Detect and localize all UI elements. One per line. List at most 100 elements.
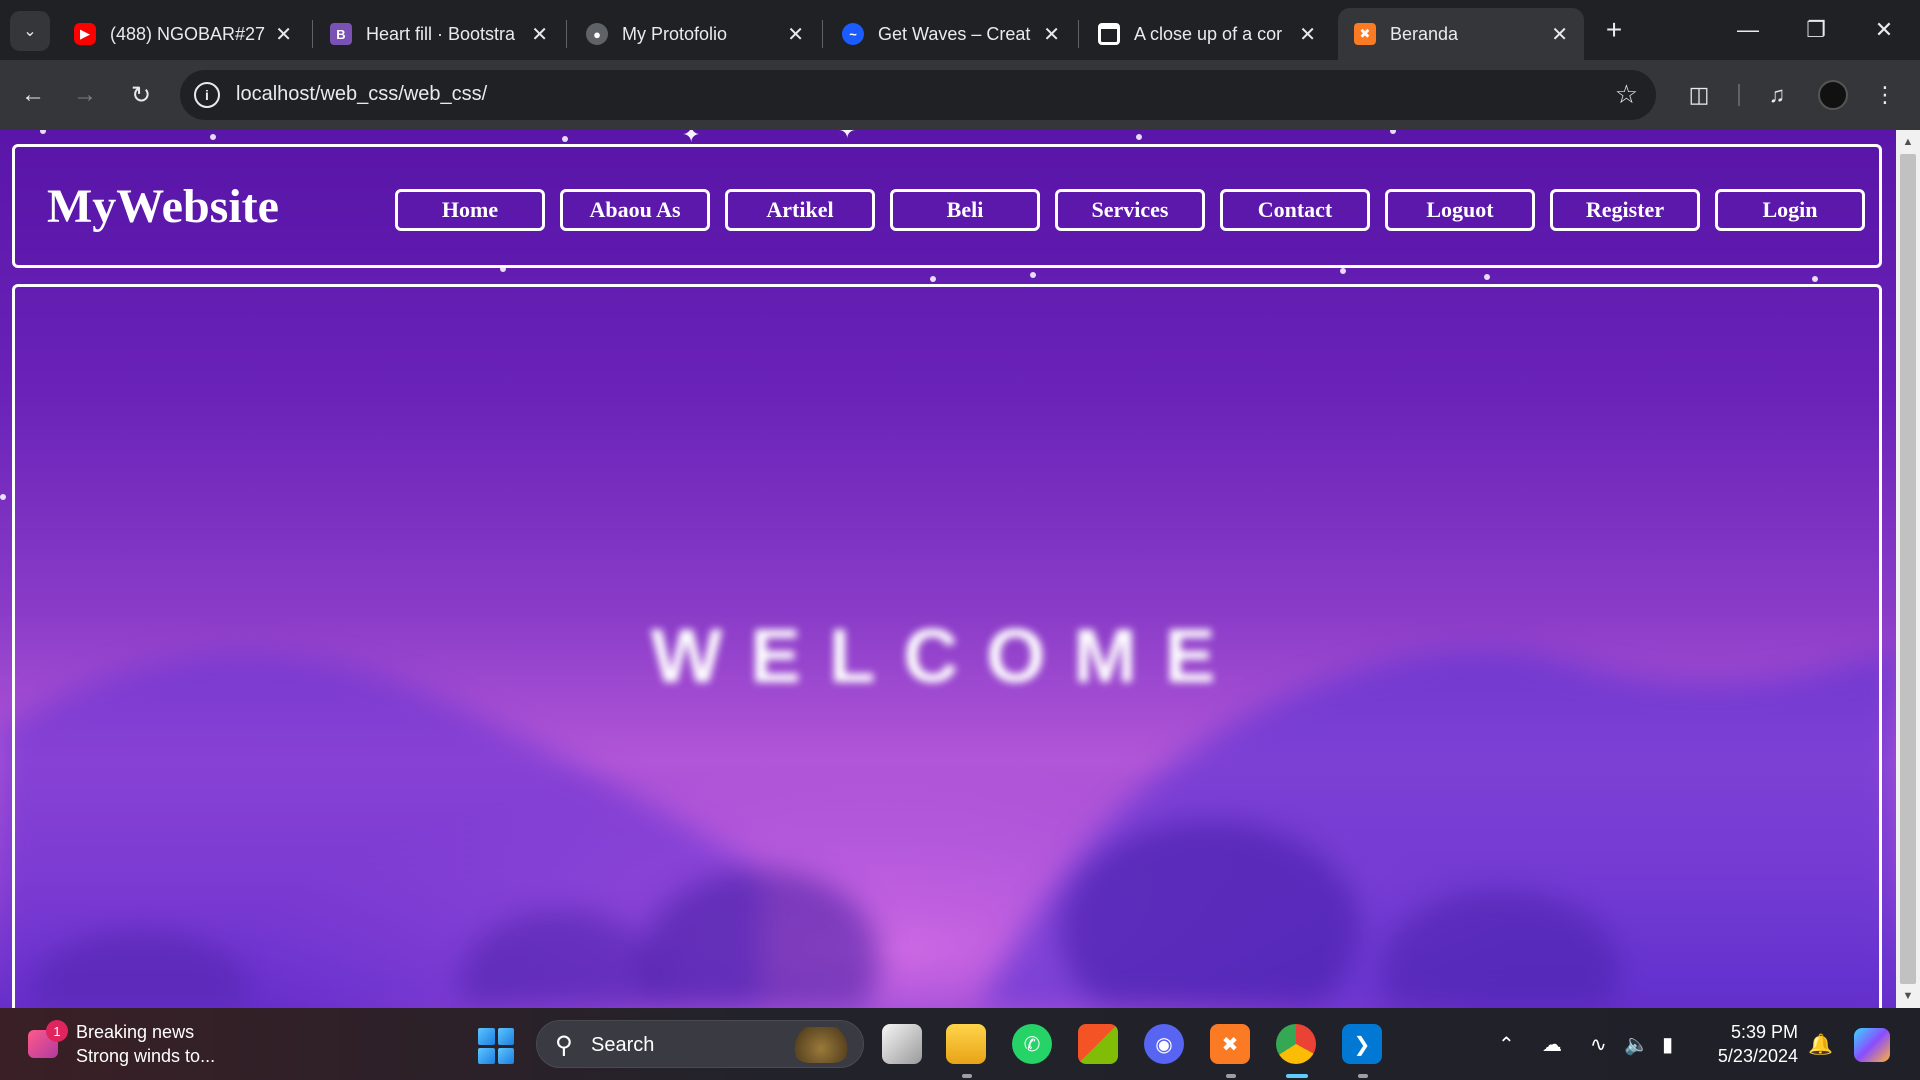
media-controls-button[interactable]: ♫ xyxy=(1760,78,1794,112)
arrow-right-icon: → xyxy=(73,81,97,108)
nav-link-beli[interactable]: Beli xyxy=(890,189,1040,231)
bootstrap-icon: B xyxy=(330,23,352,45)
app-indicator xyxy=(962,1074,972,1078)
close-icon[interactable]: ✕ xyxy=(275,22,292,47)
tab-separator xyxy=(822,20,823,48)
star-dot xyxy=(1136,134,1142,140)
back-button[interactable]: ← xyxy=(14,76,52,114)
tab-unsplash[interactable]: A close up of a cor ✕ xyxy=(1082,8,1332,60)
chevron-down-icon: ⌄ xyxy=(23,23,37,40)
plus-icon: + xyxy=(1605,14,1623,45)
browser-toolbar: ← → ↻ i localhost/web_css/web_css/ ☆ ◫ ♫… xyxy=(0,60,1920,130)
tab-getwaves[interactable]: ~ Get Waves – Creat ✕ xyxy=(826,8,1076,60)
news-title[interactable]: Breaking news xyxy=(76,1022,194,1043)
info-icon[interactable]: i xyxy=(194,82,220,108)
page-scrollbar[interactable]: ▲ ▼ xyxy=(1896,130,1920,1008)
volume-icon[interactable]: 🔈 xyxy=(1624,1032,1649,1057)
app-indicator-active xyxy=(1286,1074,1308,1078)
close-icon[interactable]: ✕ xyxy=(1043,22,1060,47)
nav-link-contact[interactable]: Contact xyxy=(1220,189,1370,231)
clock-time[interactable]: 5:39 PM xyxy=(1714,1022,1798,1043)
nav-link-logout[interactable]: Loguot xyxy=(1385,189,1535,231)
tab-separator xyxy=(1078,20,1079,48)
windows-start-icon[interactable] xyxy=(478,1028,514,1064)
tab-youtube[interactable]: ▶ (488) NGOBAR#27 ✕ xyxy=(58,8,308,60)
restore-icon: ❐ xyxy=(1806,17,1826,42)
tab-title: Heart fill · Bootstra xyxy=(366,23,516,44)
chrome-menu-button[interactable]: ⋮ xyxy=(1868,78,1902,112)
site-logo[interactable]: MyWebsite xyxy=(47,179,279,234)
tab-title: My Protofolio xyxy=(622,23,728,44)
news-badge: 1 xyxy=(46,1020,68,1042)
url-text[interactable]: localhost/web_css/web_css/ xyxy=(236,83,487,106)
tab-beranda[interactable]: ✖ Beranda ✕ xyxy=(1338,8,1584,60)
discord-icon[interactable]: ◉ xyxy=(1144,1024,1184,1064)
close-icon: ✕ xyxy=(1874,17,1894,42)
nav-link-register[interactable]: Register xyxy=(1550,189,1700,231)
xampp-taskbar-icon[interactable]: ✖ xyxy=(1210,1024,1250,1064)
address-bar[interactable]: i localhost/web_css/web_css/ ☆ xyxy=(180,70,1656,120)
wifi-icon[interactable]: ∿ xyxy=(1590,1032,1607,1057)
chevron-up-icon[interactable]: ⌃ xyxy=(1498,1032,1515,1057)
puzzle-icon: ◫ xyxy=(1688,82,1710,107)
extensions-button[interactable]: ◫ xyxy=(1682,78,1716,112)
tab-search-button[interactable]: ⌄ xyxy=(10,11,50,51)
taskbar-search[interactable]: ⚲ Search xyxy=(536,1020,864,1068)
reload-icon: ↻ xyxy=(130,81,152,109)
bookmark-star-icon[interactable]: ☆ xyxy=(1615,79,1638,110)
search-label: Search xyxy=(591,1034,655,1056)
scroll-down-arrow-icon[interactable]: ▼ xyxy=(1900,988,1916,1004)
file-explorer-icon[interactable] xyxy=(946,1024,986,1064)
scroll-up-arrow-icon[interactable]: ▲ xyxy=(1900,134,1916,150)
reload-button[interactable]: ↻ xyxy=(122,76,160,114)
nav-link-services[interactable]: Services xyxy=(1055,189,1205,231)
task-view-icon[interactable] xyxy=(882,1024,922,1064)
microsoft-store-icon[interactable] xyxy=(1078,1024,1118,1064)
app-indicator xyxy=(1358,1074,1368,1078)
star-dot xyxy=(1484,274,1490,280)
youtube-icon: ▶ xyxy=(74,23,96,45)
nav-link-about[interactable]: Abaou As xyxy=(560,189,710,231)
more-vert-icon: ⋮ xyxy=(1874,82,1896,107)
tab-bootstrap[interactable]: B Heart fill · Bootstra ✕ xyxy=(314,8,564,60)
onedrive-cloud-icon[interactable]: ☁ xyxy=(1542,1032,1562,1057)
scrollbar-thumb[interactable] xyxy=(1900,154,1916,984)
tab-separator xyxy=(566,20,567,48)
forward-button[interactable]: → xyxy=(66,76,104,114)
search-icon: ⚲ xyxy=(555,1032,573,1059)
close-icon[interactable]: ✕ xyxy=(531,22,548,47)
nav-link-home[interactable]: Home xyxy=(395,189,545,231)
close-window-button[interactable]: ✕ xyxy=(1856,8,1912,52)
tab-portfolio[interactable]: ● My Protofolio ✕ xyxy=(570,8,820,60)
minimize-button[interactable]: — xyxy=(1720,8,1776,52)
clock-date[interactable]: 5/23/2024 xyxy=(1700,1046,1798,1067)
star-dot xyxy=(1030,272,1036,278)
whatsapp-icon[interactable]: ✆ xyxy=(1012,1024,1052,1064)
unsplash-icon xyxy=(1098,23,1120,45)
waves-icon: ~ xyxy=(842,23,864,45)
site-navbar: MyWebsite Home Abaou As Artikel Beli Ser… xyxy=(12,144,1882,268)
vscode-icon[interactable]: ❯ xyxy=(1342,1024,1382,1064)
close-icon[interactable]: ✕ xyxy=(1299,22,1316,47)
copilot-icon[interactable] xyxy=(1854,1028,1890,1062)
news-subtitle[interactable]: Strong winds to... xyxy=(76,1046,215,1067)
arrow-left-icon: ← xyxy=(21,81,45,108)
star-dot xyxy=(1812,276,1818,282)
close-icon[interactable]: ✕ xyxy=(1551,22,1568,47)
queue-music-icon: ♫ xyxy=(1768,82,1786,107)
restore-button[interactable]: ❐ xyxy=(1788,8,1844,52)
star-dot xyxy=(930,276,936,282)
globe-icon: ● xyxy=(586,23,608,45)
chrome-icon[interactable] xyxy=(1276,1024,1316,1064)
battery-icon[interactable]: ▮ xyxy=(1662,1032,1673,1057)
new-tab-button[interactable]: + xyxy=(1596,12,1632,48)
profile-avatar[interactable] xyxy=(1818,80,1848,110)
star-dot xyxy=(1340,268,1346,274)
xampp-icon: ✖ xyxy=(1354,23,1376,45)
nav-link-artikel[interactable]: Artikel xyxy=(725,189,875,231)
close-icon[interactable]: ✕ xyxy=(787,22,804,47)
minimize-icon: — xyxy=(1737,17,1759,42)
notification-bell-icon[interactable]: 🔔 xyxy=(1808,1032,1833,1057)
tab-strip: ⌄ ▶ (488) NGOBAR#27 ✕ B Heart fill · Boo… xyxy=(0,0,1920,60)
nav-link-login[interactable]: Login xyxy=(1715,189,1865,231)
